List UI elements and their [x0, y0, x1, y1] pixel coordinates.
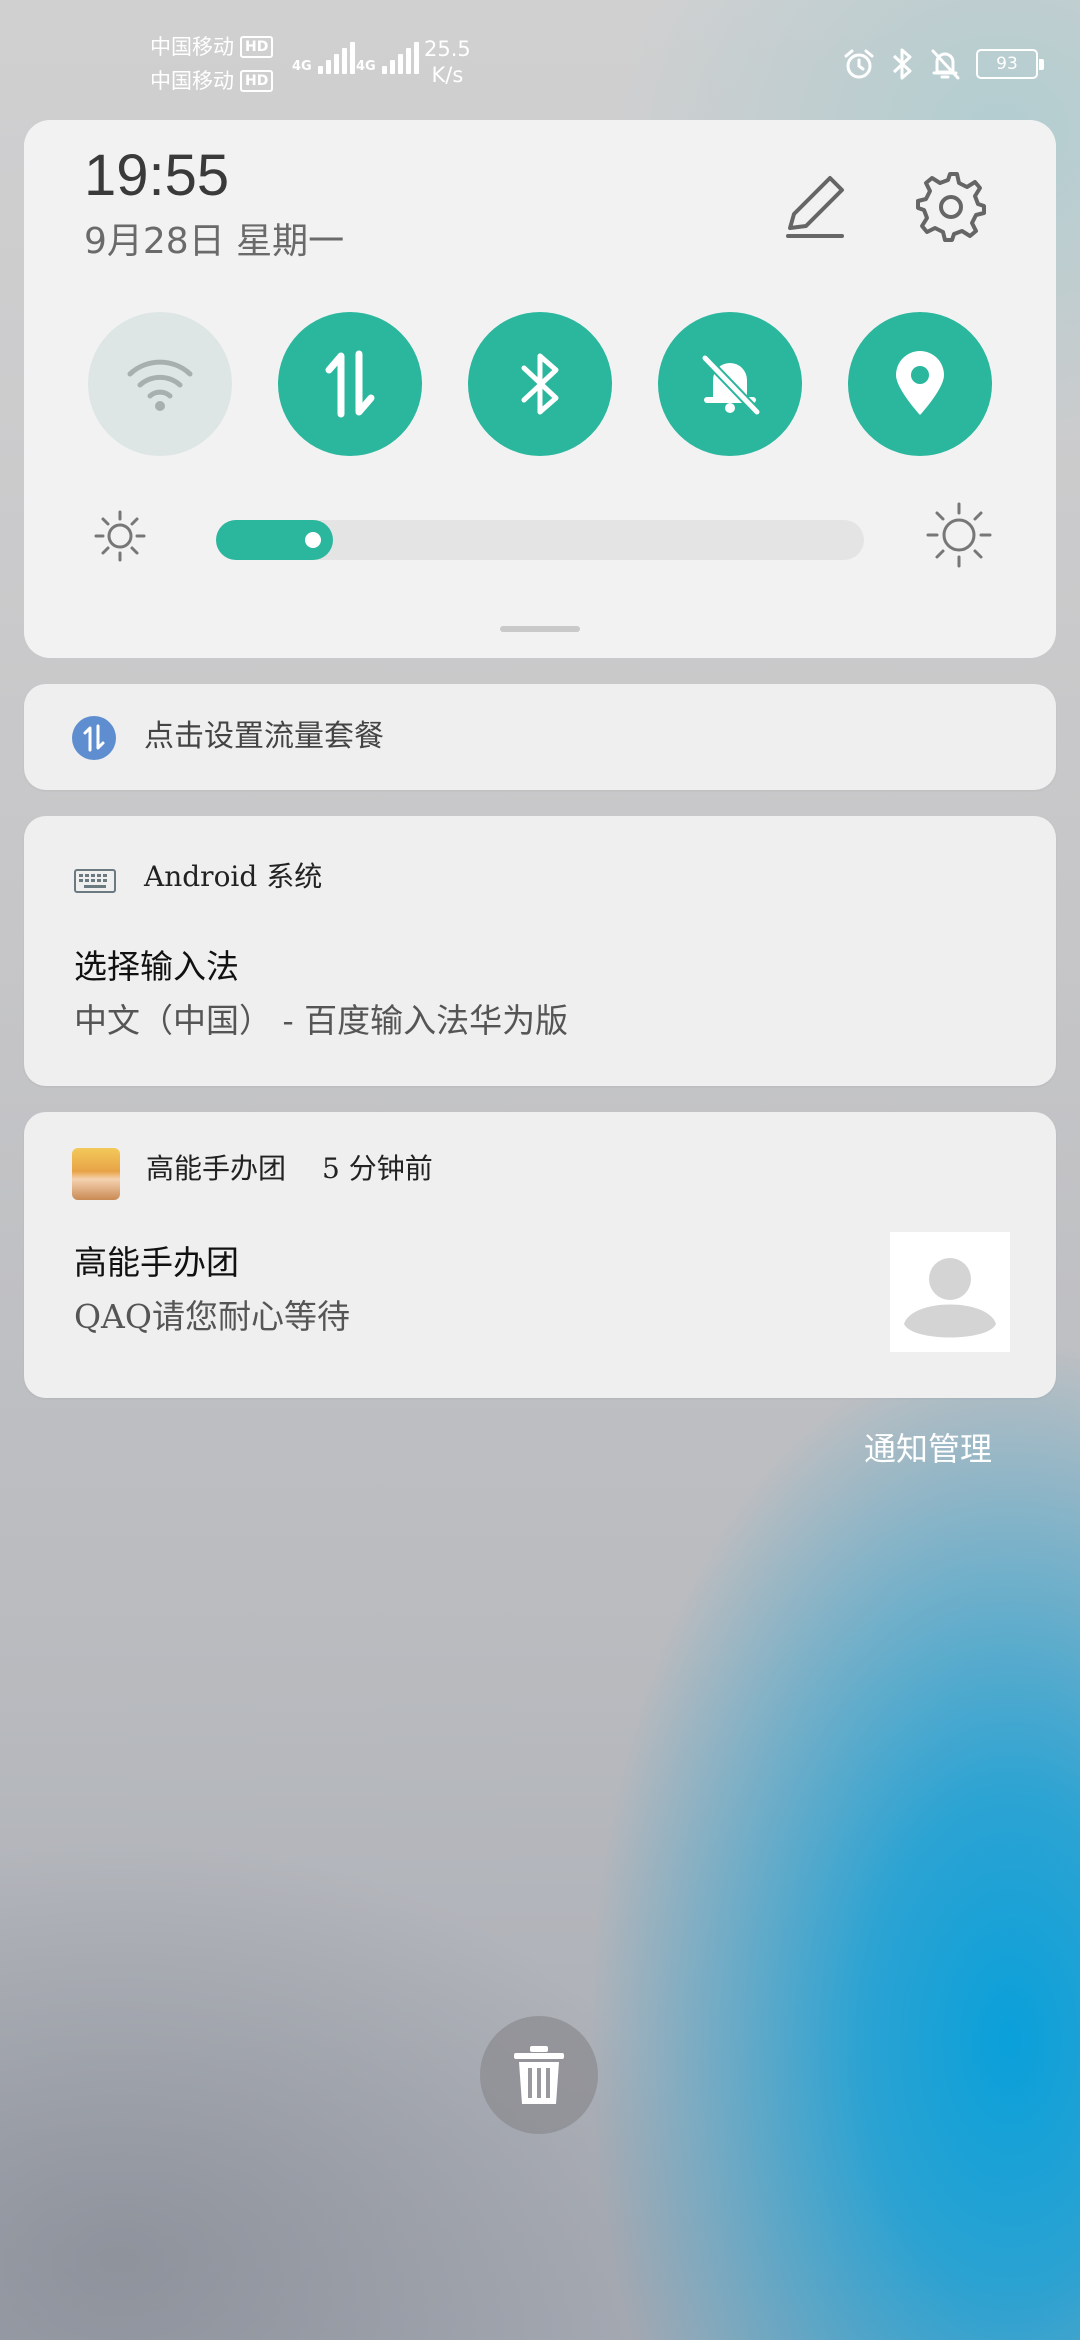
- data-transfer-icon: [325, 350, 375, 418]
- location-pin-icon: [896, 351, 944, 415]
- status-icons: 93: [842, 46, 1044, 82]
- status-bar: 中国移动 HD 中国移动 HD 4G 4G 25.5 K/s 93: [0, 0, 1080, 110]
- panel-drag-handle[interactable]: [500, 626, 580, 632]
- gear-icon[interactable]: [912, 168, 988, 244]
- brightness-low-icon: [94, 510, 146, 562]
- hd-badge: HD: [240, 70, 274, 92]
- notification-app-name: Android 系统: [144, 860, 323, 893]
- mute-bell-icon: [931, 49, 960, 80]
- signal-2-icon: 4G: [356, 42, 419, 74]
- game-notification[interactable]: 高能手办团 5 分钟前 高能手办团 QAQ请您耐心等待: [24, 1112, 1056, 1398]
- data-plan-text: 点击设置流量套餐: [144, 719, 384, 754]
- brightness-high-icon: [926, 502, 992, 568]
- user-placeholder-image: [890, 1232, 1010, 1352]
- clock-time[interactable]: 19:55: [84, 142, 229, 209]
- mute-toggle[interactable]: [658, 312, 802, 456]
- speed-value: 25.5: [424, 37, 471, 61]
- location-toggle[interactable]: [848, 312, 992, 456]
- hd-badge: HD: [240, 36, 274, 58]
- speed-unit: K/s: [431, 63, 464, 87]
- notification-title: 选择输入法: [74, 947, 239, 986]
- app-avatar-icon: [72, 1148, 120, 1200]
- brightness-knob[interactable]: [305, 532, 321, 548]
- trash-icon: [514, 2046, 564, 2104]
- battery-icon: 93: [976, 49, 1044, 79]
- network-type-1: 4G: [292, 59, 312, 74]
- quick-settings-panel: 19:55 9月28日 星期一: [24, 120, 1056, 658]
- network-speed: 25.5 K/s: [424, 36, 471, 88]
- notification-time: 5 分钟前: [322, 1152, 433, 1185]
- notification-body: QAQ请您耐心等待: [74, 1297, 350, 1336]
- data-plan-notification[interactable]: 点击设置流量套餐: [24, 684, 1056, 790]
- network-type-2: 4G: [356, 59, 376, 74]
- input-method-notification[interactable]: Android 系统 选择输入法 中文（中国） - 百度输入法华为版: [24, 816, 1056, 1086]
- clock-date[interactable]: 9月28日 星期一: [84, 212, 344, 264]
- mobile-data-toggle[interactable]: [278, 312, 422, 456]
- signal-1-icon: 4G: [292, 42, 355, 74]
- wifi-icon: [127, 359, 193, 411]
- alarm-icon: [844, 49, 874, 79]
- mute-bell-icon: [700, 353, 762, 417]
- brightness-slider[interactable]: [216, 520, 864, 560]
- person-icon: [904, 1258, 996, 1338]
- notification-body: 中文（中国） - 百度输入法华为版: [74, 1001, 569, 1040]
- carrier-1-label: 中国移动: [150, 35, 234, 59]
- bluetooth-toggle[interactable]: [468, 312, 612, 456]
- notification-title: 高能手办团: [74, 1243, 239, 1282]
- bluetooth-icon: [521, 353, 559, 415]
- keyboard-icon: [74, 869, 116, 893]
- carrier-2-label: 中国移动: [150, 69, 234, 93]
- data-transfer-icon: [72, 716, 116, 760]
- notification-management-link[interactable]: 通知管理: [864, 1424, 992, 1470]
- wifi-toggle[interactable]: [88, 312, 232, 456]
- clear-all-button[interactable]: [480, 2016, 598, 2134]
- edit-icon[interactable]: [780, 170, 852, 242]
- notification-app-name: 高能手办团: [146, 1152, 287, 1185]
- carrier-info: 中国移动 HD 中国移动 HD: [150, 30, 274, 98]
- bluetooth-icon: [892, 48, 912, 80]
